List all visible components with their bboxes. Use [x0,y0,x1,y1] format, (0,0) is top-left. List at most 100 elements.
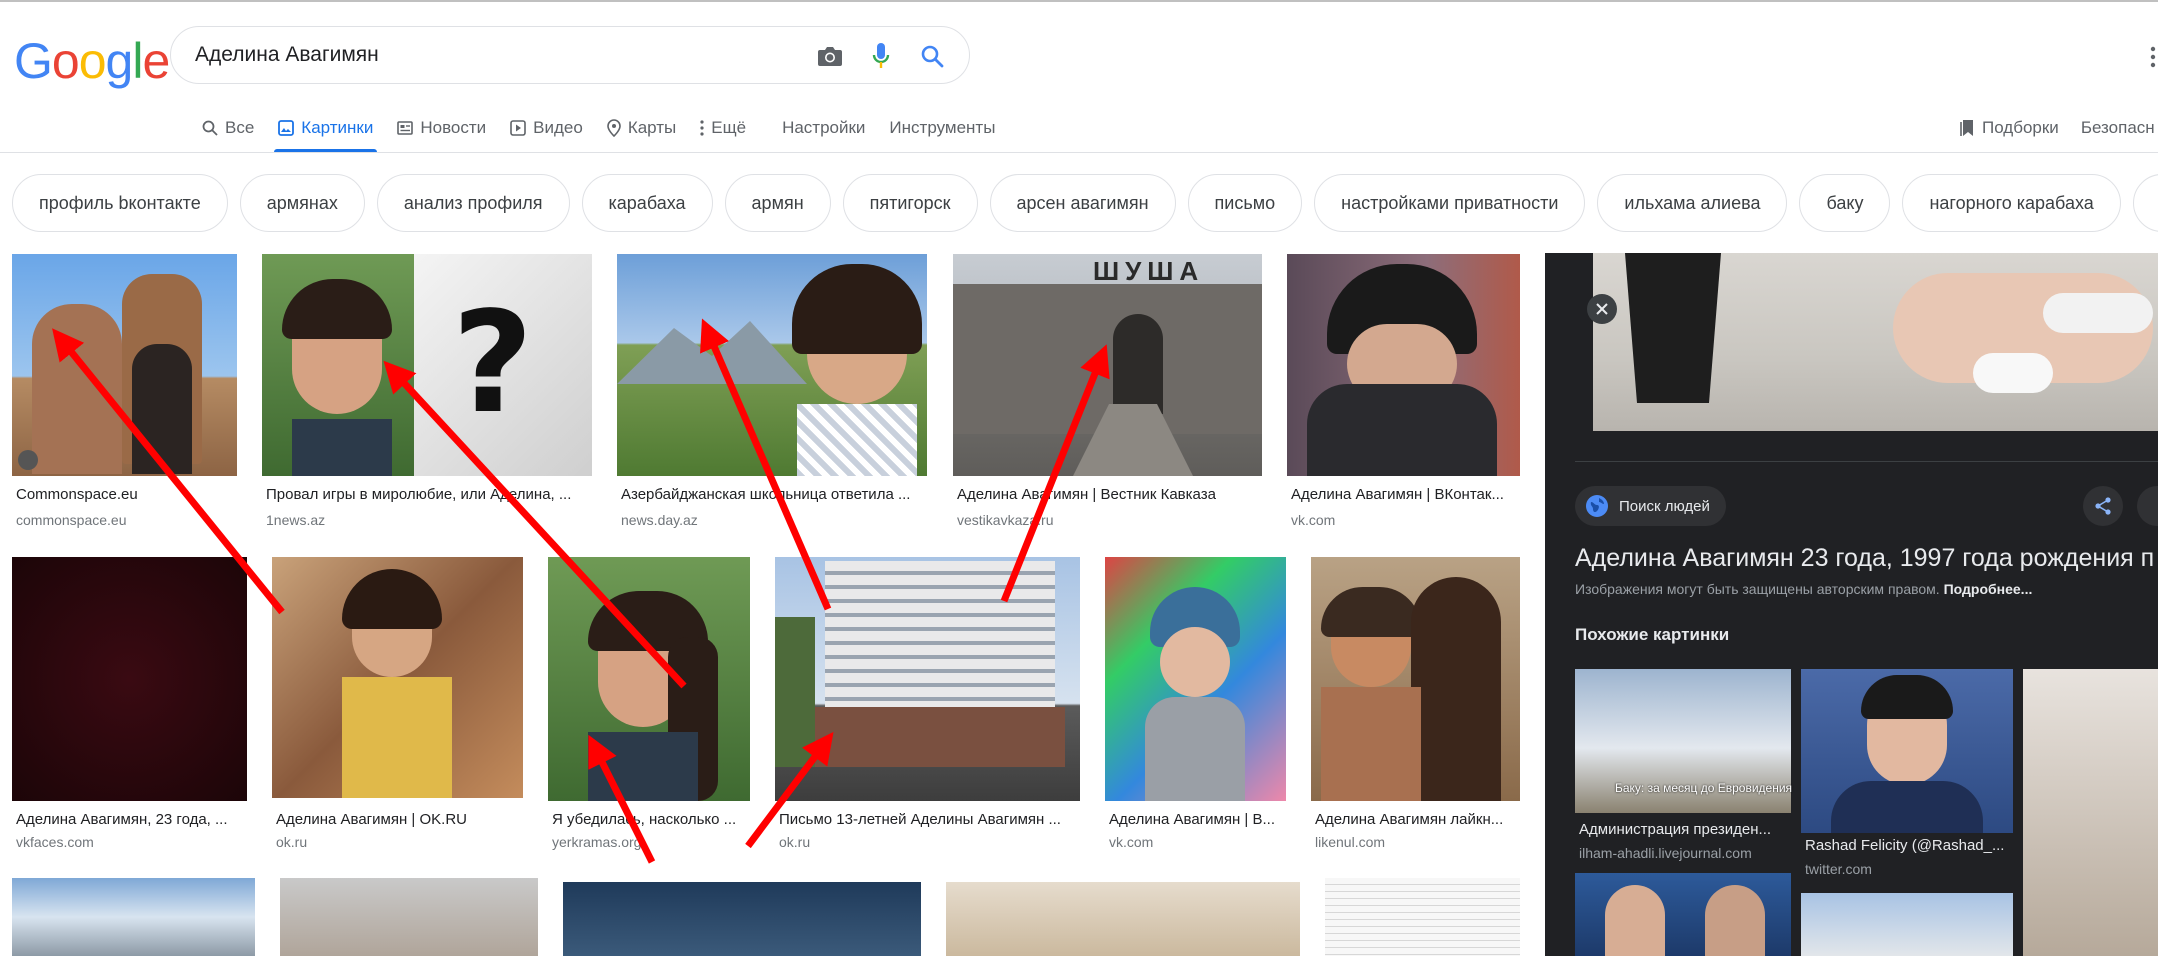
chip[interactable]: ильхама алиева [1597,174,1788,232]
image-result[interactable] [563,882,921,956]
tab-label: Видео [533,118,583,137]
result-title: Аделина Авагимян | В... [1109,811,1275,828]
map-pin-icon [607,119,621,137]
image-result[interactable]: Я убедилась, насколько ... yerkramas.org [548,557,750,857]
image-result[interactable]: Commonspace.eu commonspace.eu [12,254,237,534]
chip[interactable]: профиль bконтакте [12,174,228,232]
image-result[interactable]: ШУША Аделина Авагимян | Вестник Кавказа … [953,254,1262,534]
image-result[interactable]: Аделина Авагимян | В... vk.com [1105,557,1286,857]
collections-link[interactable]: Подборки [1960,118,2059,138]
logo-letter: o [51,33,80,89]
people-search-button[interactable]: Поиск людей [1575,486,1726,526]
result-thumbnail [563,882,921,956]
image-result[interactable]: Азербайджанская школьница ответила ... n… [617,254,927,534]
image-result[interactable] [280,878,538,956]
logo-letter: l [132,33,143,89]
result-thumbnail [1105,557,1286,801]
tab-more[interactable]: Ещё [688,106,758,150]
collections-label: Подборки [1982,118,2059,137]
image-result[interactable]: Аделина Авагимян, 23 года, ... vkfaces.c… [12,557,247,857]
tab-label: Настройки [782,118,866,137]
result-thumbnail [946,882,1300,956]
result-source: ok.ru [276,834,308,850]
result-thumbnail [1311,557,1520,801]
chip[interactable]: письмо [1187,174,1303,232]
image-result[interactable]: Аделина Авагимян | ВКонтак... vk.com [1287,254,1520,534]
tab-video[interactable]: Видео [498,106,595,150]
tab-all[interactable]: Все [190,106,266,150]
image-result[interactable] [946,882,1300,956]
tab-images[interactable]: Картинки [266,106,385,152]
share-button[interactable] [2083,486,2123,526]
tab-maps[interactable]: Карты [595,106,688,150]
result-source: yerkramas.org [552,834,642,850]
chip[interactable]: армянах [239,174,365,232]
globe-icon [1585,494,1609,518]
tab-label: Инструменты [889,118,996,137]
result-source: vk.com [1291,512,1336,528]
chip[interactable]: армян [724,174,831,232]
image-result[interactable]: Аделина Авагимян | OK.RU ok.ru [272,557,523,857]
chip[interactable]: карабаха [581,174,713,232]
microphone-icon[interactable] [866,41,896,71]
chip[interactable]: vkface [2132,174,2158,232]
save-button[interactable] [2137,486,2158,526]
result-thumbnail [12,557,247,801]
preview-panel: Поиск людей Аделина Авагимян 23 года, 19… [1545,253,2158,956]
result-source: 1news.az [266,512,326,528]
close-preview-button[interactable] [1587,294,1617,324]
learn-more-link[interactable]: Подробнее... [1944,581,2033,597]
apps-menu-icon[interactable] [2148,46,2158,68]
similar-image-result[interactable] [1801,893,2013,956]
similar-source: ilham-ahadli.livejournal.com [1579,845,1752,861]
similar-image-result[interactable] [1575,873,1791,956]
tab-news[interactable]: Новости [385,106,498,150]
image-result[interactable]: Аделина Авагимян лайкн... likenul.com [1311,557,1520,857]
image-result[interactable] [12,878,255,956]
logo-letter: g [105,33,134,89]
image-result[interactable]: Письмо 13-летней Аделины Авагимян ... ok… [775,557,1080,857]
search-icon[interactable] [917,41,947,71]
similar-image-result[interactable] [2023,669,2158,956]
image-result[interactable]: ? Провал игры в миролюбие, или Аделина, … [262,254,592,534]
search-tabs: Все Картинки Новости Видео Карты Ещё Нас… [190,106,1007,152]
result-source: vestikavkaza.ru [957,512,1054,528]
safesearch-link[interactable]: Безопасн [2081,118,2155,138]
tab-label: Все [225,118,255,137]
chip[interactable]: настройками приватности [1314,174,1586,232]
news-icon [397,121,414,135]
result-title: Аделина Авагимян | ВКонтак... [1291,486,1504,503]
chip[interactable]: пятигорск [842,174,978,232]
image-icon [278,120,295,136]
result-title: Азербайджанская школьница ответила ... [621,486,911,503]
result-thumbnail [280,878,538,956]
search-input[interactable] [195,27,755,83]
safesearch-label: Безопасн [2080,118,2155,137]
similar-image-result[interactable]: Rashad Felicity (@Rashad_... twitter.com [1801,669,2013,877]
video-icon [510,120,526,136]
result-thumbnail [617,254,927,476]
result-thumbnail [548,557,750,801]
tab-settings[interactable]: Настройки [770,106,877,150]
result-thumbnail [12,878,255,956]
preview-image[interactable] [1593,253,2158,431]
tab-tools[interactable]: Инструменты [877,106,1007,150]
image-result[interactable] [1325,878,1520,956]
camera-icon[interactable] [815,41,845,71]
similar-image-result[interactable]: Баку: за месяц до Евровидения Администра… [1575,669,1792,861]
close-icon [1595,302,1609,316]
similar-thumbnail [1801,669,2013,833]
chip[interactable]: анализ профиля [376,174,570,232]
result-thumbnail: ШУША [953,254,1262,476]
logo-letter: e [142,33,170,89]
similar-thumbnail: Баку: за месяц до Евровидения [1575,669,1792,813]
panel-divider [1575,461,2158,462]
chip[interactable]: арсен авагимян [989,174,1176,232]
similar-title: Администрация президен... [1579,821,1772,838]
preview-title[interactable]: Аделина Авагимян 23 года, 1997 года рожд… [1575,544,2154,573]
result-title: Аделина Авагимян, 23 года, ... [16,811,228,828]
chip[interactable]: баку [1799,174,1891,232]
chip[interactable]: нагорного карабаха [1902,174,2121,232]
similar-heading: Похожие картинки [1575,625,1730,644]
google-logo[interactable]: Google [14,32,170,90]
